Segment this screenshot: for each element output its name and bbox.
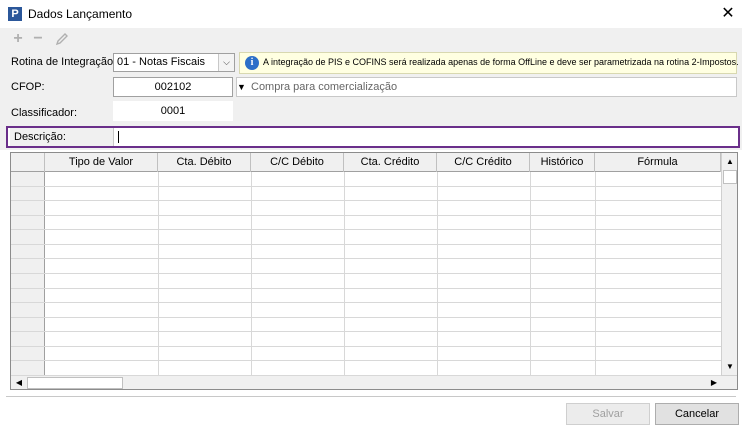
table-row[interactable] (11, 361, 721, 376)
column-header[interactable]: Cta. Crédito (344, 153, 437, 172)
column-divider (158, 172, 159, 376)
row-indicator[interactable] (11, 244, 45, 259)
column-header[interactable]: Fórmula (595, 153, 721, 172)
classificador-label: Classificador: (11, 107, 78, 119)
row-indicator-header (11, 153, 45, 172)
descricao-label: Descrição: (10, 128, 114, 146)
scroll-thumb[interactable] (723, 170, 737, 184)
table-row[interactable] (11, 303, 721, 318)
scroll-right-icon[interactable]: ▶ (706, 376, 722, 389)
cfop-description: Compra para comercialização (236, 77, 737, 97)
row-indicator[interactable] (11, 215, 45, 230)
table-row[interactable] (11, 274, 721, 289)
pencil-icon[interactable] (53, 30, 71, 48)
info-icon: i (245, 56, 259, 70)
minus-icon[interactable]: − (29, 30, 47, 48)
scroll-left-icon[interactable]: ◀ (11, 376, 27, 389)
descricao-input[interactable] (116, 128, 736, 146)
column-header[interactable]: Histórico (530, 153, 595, 172)
scroll-up-icon[interactable]: ▲ (722, 153, 737, 170)
column-divider (437, 172, 438, 376)
vertical-scrollbar[interactable]: ▲ ▼ (721, 153, 737, 375)
cfop-label: CFOP: (11, 81, 45, 93)
row-indicator[interactable] (11, 201, 45, 215)
grid-header: Tipo de Valor Cta. Débito C/C Débito Cta… (11, 153, 721, 172)
save-button[interactable]: Salvar (566, 403, 650, 425)
row-indicator[interactable] (11, 332, 45, 346)
lancamento-grid[interactable]: Tipo de Valor Cta. Débito C/C Débito Cta… (10, 152, 738, 390)
horizontal-scrollbar[interactable]: ◀ ▶ (11, 375, 737, 389)
table-row[interactable] (11, 259, 721, 274)
cfop-input[interactable]: 002102 (113, 77, 233, 97)
row-indicator[interactable] (11, 172, 45, 186)
cfop-dropdown-icon[interactable]: ▼ (235, 79, 248, 96)
row-indicator[interactable] (11, 317, 45, 332)
column-header[interactable]: C/C Crédito (437, 153, 530, 172)
classificador-input[interactable]: 0001 (113, 101, 233, 121)
table-row[interactable] (11, 346, 721, 362)
table-row[interactable] (11, 332, 721, 347)
column-divider (530, 172, 531, 376)
separator (6, 396, 736, 397)
app-logo-icon: P (8, 7, 22, 21)
column-header[interactable]: C/C Débito (251, 153, 344, 172)
info-message: i A integração de PIS e COFINS será real… (239, 52, 739, 74)
table-row[interactable] (11, 230, 721, 245)
row-indicator[interactable] (11, 259, 45, 273)
table-row[interactable] (11, 215, 721, 231)
rotina-select[interactable]: 01 - Notas Fiscais ⌵ (113, 53, 235, 72)
scroll-thumb[interactable] (27, 377, 123, 389)
table-row[interactable] (11, 201, 721, 216)
row-indicator[interactable] (11, 230, 45, 244)
descricao-row: Descrição: (6, 126, 740, 148)
title-bar: P Dados Lançamento ✕ (0, 0, 742, 28)
table-row[interactable] (11, 317, 721, 333)
toolbar: + − (0, 28, 742, 50)
column-divider (251, 172, 252, 376)
column-divider (595, 172, 596, 376)
table-row[interactable] (11, 172, 721, 187)
row-indicator[interactable] (11, 288, 45, 303)
column-header[interactable]: Tipo de Valor (45, 153, 158, 172)
rotina-value: 01 - Notas Fiscais (117, 56, 206, 68)
rotina-label: Rotina de Integração: (11, 56, 117, 68)
row-indicator[interactable] (11, 274, 45, 288)
window-title: Dados Lançamento (28, 7, 133, 21)
info-text: A integração de PIS e COFINS será realiz… (263, 57, 739, 67)
column-header[interactable]: Cta. Débito (158, 153, 251, 172)
table-row[interactable] (11, 186, 721, 202)
cancel-button[interactable]: Cancelar (655, 403, 739, 425)
row-indicator[interactable] (11, 186, 45, 201)
column-divider (344, 172, 345, 376)
row-indicator[interactable] (11, 303, 45, 317)
row-indicator[interactable] (11, 346, 45, 361)
table-row[interactable] (11, 288, 721, 304)
table-row[interactable] (11, 244, 721, 260)
scroll-down-icon[interactable]: ▼ (722, 358, 737, 375)
text-caret (118, 131, 119, 143)
close-button[interactable]: ✕ (718, 4, 738, 24)
plus-icon[interactable]: + (9, 30, 27, 48)
row-indicator[interactable] (11, 361, 45, 375)
chevron-down-icon[interactable]: ⌵ (218, 54, 234, 71)
